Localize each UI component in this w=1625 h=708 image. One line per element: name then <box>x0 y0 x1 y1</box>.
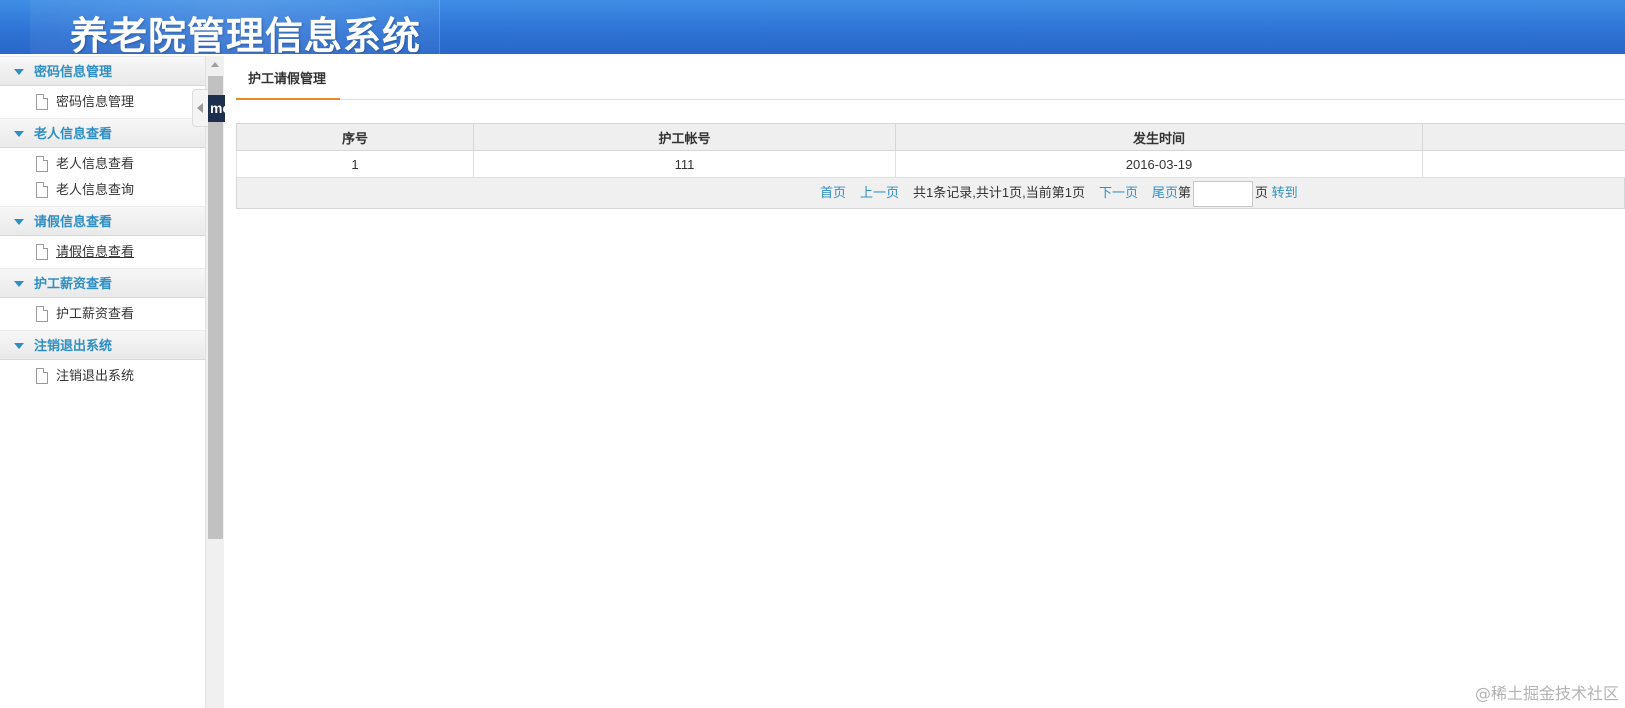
menu-group-title: 护工薪资查看 <box>34 276 113 291</box>
sidebar-item-elder-query[interactable]: 老人信息查询 <box>0 177 205 203</box>
pagination-bar: 首页 上一页 共1条记录,共计1页,当前第1页 下一页 尾页第 页 转到 <box>236 178 1625 209</box>
menu-group-header[interactable]: 老人信息查看 <box>0 118 205 148</box>
expand-triangle-icon <box>14 281 24 287</box>
sidebar-item-label: 护工薪资查看 <box>56 306 135 321</box>
leave-table: 序号 护工帐号 发生时间 1 111 2016-03-19 <box>236 123 1625 178</box>
menu-group-title: 请假信息查看 <box>34 214 113 229</box>
column-header-time[interactable]: 发生时间 <box>895 123 1423 151</box>
sidebar-item-password-manage[interactable]: 密码信息管理 <box>0 89 205 115</box>
page-suffix-label: 页 <box>1255 185 1269 200</box>
document-icon <box>36 182 48 198</box>
menu-group-items: 老人信息查看 老人信息查询 <box>0 148 205 206</box>
document-icon <box>36 244 48 260</box>
document-icon <box>36 368 48 384</box>
menu-group-title: 注销退出系统 <box>34 338 113 353</box>
expand-triangle-icon <box>14 343 24 349</box>
document-icon <box>36 94 48 110</box>
menu-group-header[interactable]: 注销退出系统 <box>0 330 205 360</box>
cell-extra <box>1422 150 1625 178</box>
collapse-sidebar-arrow-icon[interactable] <box>192 89 208 127</box>
expand-triangle-icon <box>14 69 24 75</box>
column-header-account[interactable]: 护工帐号 <box>473 123 896 151</box>
column-header-extra <box>1422 123 1625 151</box>
menu-group-password: 密码信息管理 密码信息管理 <box>0 56 205 118</box>
sidebar-item-elder-view[interactable]: 老人信息查看 <box>0 151 205 177</box>
expand-triangle-icon <box>14 219 24 225</box>
sidebar-item-logout[interactable]: 注销退出系统 <box>0 363 205 389</box>
expand-triangle-icon <box>14 131 24 137</box>
first-page-link[interactable]: 首页 <box>820 185 846 200</box>
pagination-info: 共1条记录,共计1页,当前第1页 <box>913 185 1085 200</box>
prev-page-link[interactable]: 上一页 <box>860 185 899 200</box>
sidebar-scrollbar[interactable] <box>205 56 224 708</box>
menu-group-header[interactable]: 密码信息管理 <box>0 56 205 86</box>
app-header: 养老院管理信息系统 <box>0 0 1625 54</box>
cell-account: 111 <box>473 150 896 178</box>
document-icon <box>36 156 48 172</box>
sidebar-menu: 密码信息管理 密码信息管理 老人信息查看 老人信息查看 老人信息查询 请假信息查… <box>0 56 205 708</box>
sidebar-item-label: 注销退出系统 <box>56 368 135 383</box>
tab-bar: 护工请假管理 <box>236 68 1625 100</box>
sidebar-item-label: 请假信息查看 <box>56 244 135 259</box>
sidebar-item-salary-view[interactable]: 护工薪资查看 <box>0 301 205 327</box>
menu-group-header[interactable]: 护工薪资查看 <box>0 268 205 298</box>
next-page-link[interactable]: 下一页 <box>1099 185 1138 200</box>
table-header-row: 序号 护工帐号 发生时间 <box>236 123 1625 151</box>
menu-group-elder: 老人信息查看 老人信息查看 老人信息查询 <box>0 118 205 206</box>
cell-index: 1 <box>236 150 474 178</box>
column-header-index[interactable]: 序号 <box>236 123 474 151</box>
main-content: 护工请假管理 序号 护工帐号 发生时间 1 111 2016-03-19 首页 … <box>236 56 1625 708</box>
goto-page-link[interactable]: 转到 <box>1272 185 1298 200</box>
watermark: @稀土掘金技术社区 <box>1474 684 1619 703</box>
menu-group-items: 护工薪资查看 <box>0 298 205 330</box>
scrollbar-thumb[interactable] <box>208 76 223 539</box>
cell-time: 2016-03-19 <box>895 150 1423 178</box>
menu-group-header[interactable]: 请假信息查看 <box>0 206 205 236</box>
menu-group-items: 密码信息管理 <box>0 86 205 118</box>
document-icon <box>36 306 48 322</box>
sidebar-item-leave-view[interactable]: 请假信息查看 <box>0 239 205 265</box>
menu-group-leave: 请假信息查看 请假信息查看 <box>0 206 205 268</box>
menu-group-items: 请假信息查看 <box>0 236 205 268</box>
menu-group-items: 注销退出系统 <box>0 360 205 392</box>
tab-leave-management[interactable]: 护工请假管理 <box>236 68 340 100</box>
menu-group-salary: 护工薪资查看 护工薪资查看 <box>0 268 205 330</box>
sidebar-item-label: 老人信息查询 <box>56 182 135 197</box>
page-number-input[interactable] <box>1193 180 1253 207</box>
sidebar-item-label: 老人信息查看 <box>56 156 135 171</box>
sidebar-item-label: 密码信息管理 <box>56 94 135 109</box>
pagination-controls: 首页 上一页 共1条记录,共计1页,当前第1页 下一页 尾页第 页 转到 <box>820 178 1298 209</box>
menu-group-title: 老人信息查看 <box>34 126 113 141</box>
logo-badge: mc <box>208 95 225 122</box>
scroll-up-arrow-icon[interactable] <box>211 62 219 67</box>
data-grid: 序号 护工帐号 发生时间 1 111 2016-03-19 首页 上一页 共1条记录… <box>236 123 1625 209</box>
last-page-link[interactable]: 尾页 <box>1152 185 1178 200</box>
table-row[interactable]: 1 111 2016-03-19 <box>236 150 1625 178</box>
menu-group-title: 密码信息管理 <box>34 64 113 79</box>
app-title: 养老院管理信息系统 <box>70 14 422 54</box>
menu-group-logout: 注销退出系统 注销退出系统 <box>0 330 205 392</box>
page-prefix-label: 第 <box>1177 185 1191 200</box>
